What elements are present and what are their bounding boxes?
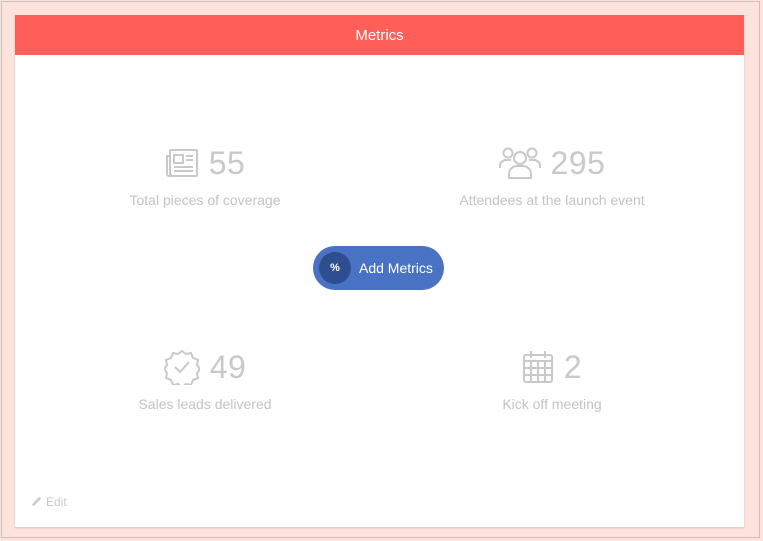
metric-value: 49 (209, 348, 247, 385)
card-header: Metrics (15, 15, 744, 55)
percent-icon: % (319, 252, 351, 284)
metrics-card: Metrics 55 Total pieces of coverage 295 … (15, 15, 744, 527)
edit-link[interactable]: Edit (32, 495, 67, 509)
metric-value: 295 (550, 144, 606, 181)
metric-sales-leads: 49 Sales leads delivered (55, 347, 355, 413)
add-metrics-label: Add Metrics (359, 260, 433, 276)
card-title: Metrics (355, 26, 404, 44)
people-icon (498, 146, 541, 180)
pencil-icon (32, 495, 42, 509)
metric-label: Kick off meeting (502, 396, 602, 412)
metric-label: Attendees at the launch event (459, 192, 645, 208)
edit-label: Edit (46, 495, 67, 509)
metric-value: 55 (208, 144, 246, 181)
metric-label: Sales leads delivered (138, 396, 272, 412)
metric-label: Total pieces of coverage (129, 192, 281, 208)
metric-attendees: 295 Attendees at the launch event (402, 143, 702, 209)
metric-coverage: 55 Total pieces of coverage (55, 143, 355, 209)
badge-check-icon (163, 349, 200, 385)
metric-value: 2 (563, 348, 583, 385)
calendar-icon (522, 350, 554, 384)
add-metrics-button[interactable]: % Add Metrics (313, 246, 444, 290)
newspaper-icon (165, 148, 199, 178)
metric-kickoff: 2 Kick off meeting (402, 347, 702, 413)
